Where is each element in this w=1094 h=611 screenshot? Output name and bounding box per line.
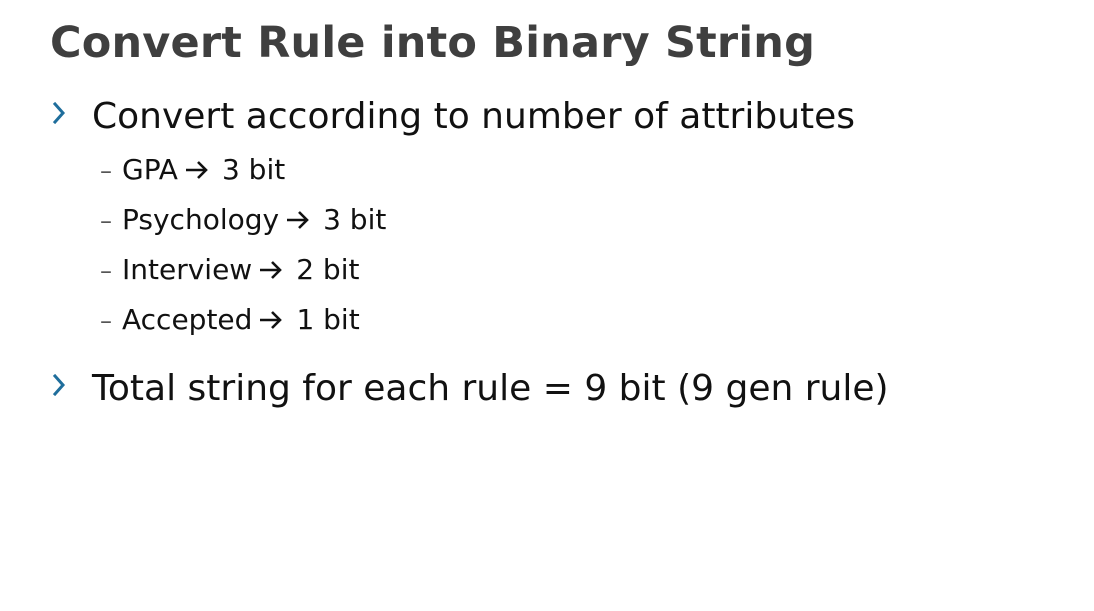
slide: Convert Rule into Binary String Convert … bbox=[0, 0, 1094, 611]
dash-icon: – bbox=[100, 307, 112, 335]
bit-count: 1 bit bbox=[296, 303, 360, 336]
arrow-right-icon bbox=[185, 161, 208, 179]
sub-bullet-item: – Accepted 1 bit bbox=[100, 300, 700, 350]
attribute-label: GPA bbox=[122, 153, 178, 186]
sub-bullet-item: – Psychology 3 bit bbox=[100, 200, 700, 250]
dash-icon: – bbox=[100, 157, 112, 185]
chevron-right-icon bbox=[52, 102, 66, 124]
arrow-right-icon bbox=[287, 211, 309, 229]
bit-count: 3 bit bbox=[221, 153, 286, 186]
bullet-item: Total string for each rule = 9 bit (9 ge… bbox=[52, 366, 1052, 416]
sub-bullet-item: – GPA 3 bit bbox=[100, 150, 700, 200]
attribute-label: Accepted bbox=[122, 303, 253, 336]
dash-icon: – bbox=[100, 257, 112, 285]
sub-bullet-item: – Interview 2 bit bbox=[100, 250, 700, 300]
chevron-right-icon bbox=[52, 374, 66, 396]
attribute-label: Psychology bbox=[122, 203, 280, 236]
dash-icon: – bbox=[100, 207, 112, 235]
bit-count: 3 bit bbox=[323, 203, 387, 236]
attribute-label: Interview bbox=[122, 253, 253, 286]
bullet-text: Total string for each rule = 9 bit (9 ge… bbox=[92, 368, 889, 409]
bit-count: 2 bit bbox=[296, 253, 360, 286]
sub-bullet-list: – GPA 3 bit – Psychology 3 bit – Interview 2 b… bbox=[100, 150, 700, 350]
bullet-item: Convert according to number of attribute… bbox=[52, 94, 1052, 144]
bullet-text: Convert according to number of attribute… bbox=[92, 96, 856, 137]
slide-title: Convert Rule into Binary String bbox=[50, 18, 816, 68]
arrow-right-icon bbox=[260, 311, 283, 329]
arrow-right-icon bbox=[260, 261, 283, 279]
